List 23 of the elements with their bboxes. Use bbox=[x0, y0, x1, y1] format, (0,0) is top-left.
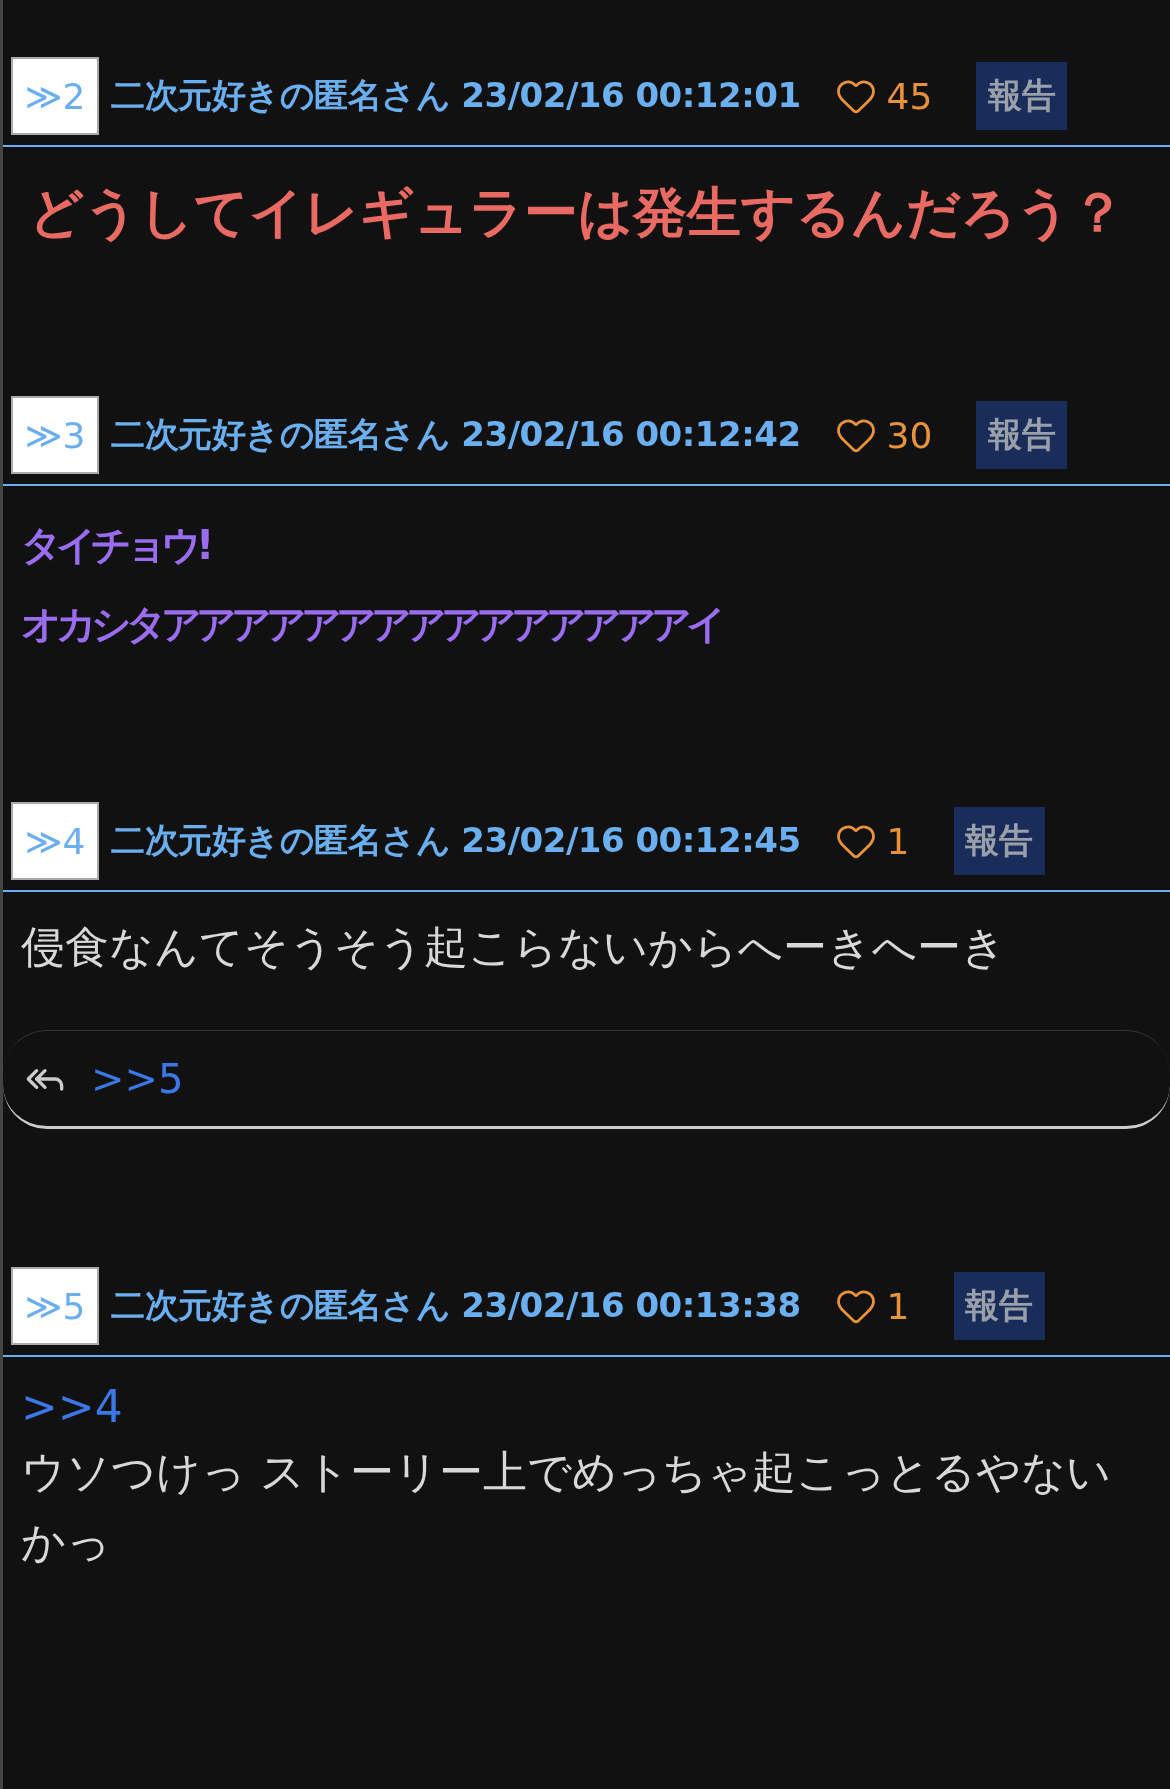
post-text: どうしてイレギュラーは発生するんだろう？ bbox=[28, 180, 1126, 246]
post-number[interactable]: ≫2 bbox=[11, 57, 99, 135]
post-number[interactable]: ≫4 bbox=[11, 802, 99, 880]
post-number[interactable]: ≫5 bbox=[11, 1267, 99, 1345]
post-text: 侵食なんてそうそう起こらないからへーきへーき bbox=[21, 920, 1007, 974]
report-button[interactable]: 報告 bbox=[953, 1272, 1045, 1340]
author-date: 二次元好きの匿名さん 23/02/16 00:13:38 bbox=[111, 1284, 801, 1327]
report-button[interactable]: 報告 bbox=[976, 62, 1068, 130]
post-text: オカシタアアアアアアアアアアアアアアアイ bbox=[21, 600, 722, 649]
reply-link[interactable]: >>5 bbox=[91, 1055, 184, 1102]
like-count: 1 bbox=[886, 820, 910, 862]
reply-link[interactable]: >>4 bbox=[21, 1377, 1152, 1437]
report-button[interactable]: 報告 bbox=[953, 807, 1045, 875]
like-count: 30 bbox=[886, 414, 933, 456]
post-text: ウソつけっ ストーリー上でめっちゃ起こっとるやないかっ bbox=[21, 1445, 1112, 1569]
like-count: 1 bbox=[886, 1285, 910, 1327]
report-button[interactable]: 報告 bbox=[976, 401, 1068, 469]
like-count: 45 bbox=[886, 75, 933, 117]
post-text: タイチョウ! bbox=[21, 521, 210, 570]
author-date: 二次元好きの匿名さん 23/02/16 00:12:45 bbox=[111, 819, 801, 862]
author-date: 二次元好きの匿名さん 23/02/16 00:12:42 bbox=[111, 413, 801, 456]
post-number[interactable]: ≫3 bbox=[11, 396, 99, 474]
author-date: 二次元好きの匿名さん 23/02/16 00:12:01 bbox=[111, 74, 801, 117]
